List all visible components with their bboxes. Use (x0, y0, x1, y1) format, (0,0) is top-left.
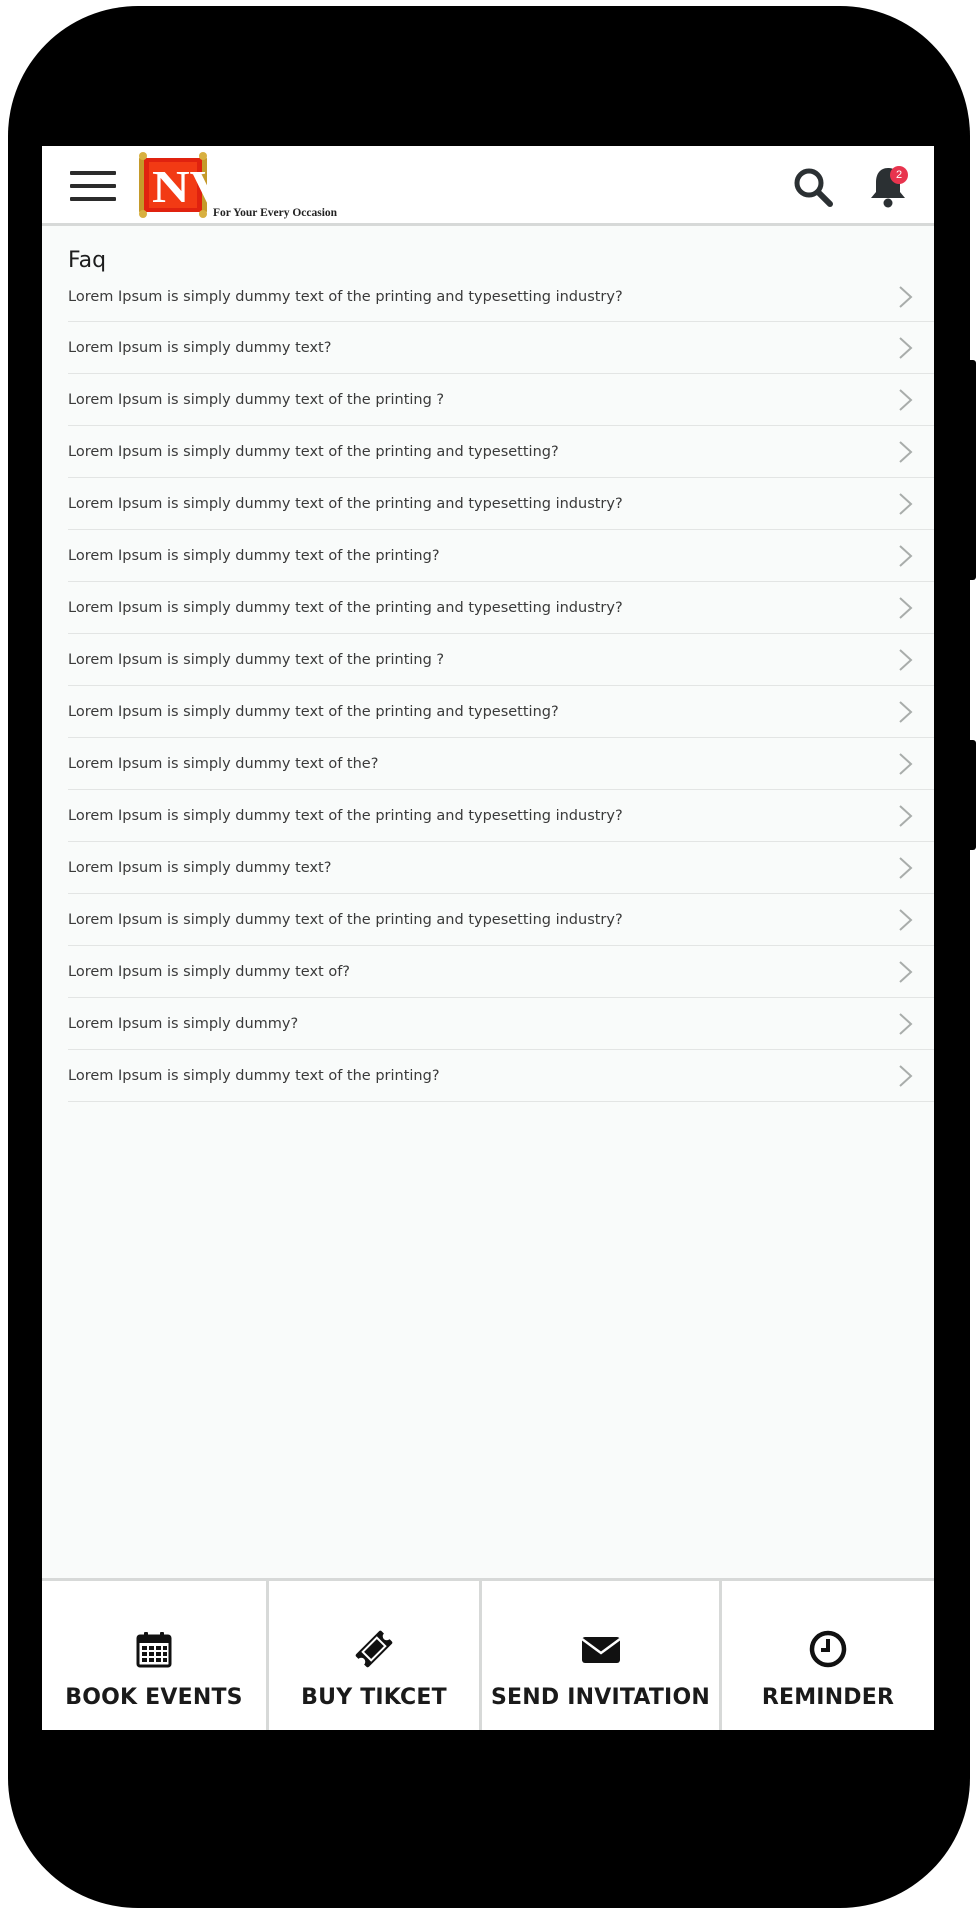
envelope-icon (580, 1637, 621, 1663)
power-button (966, 740, 976, 850)
faq-item[interactable]: Lorem Ipsum is simply dummy text of the … (68, 374, 934, 426)
chevron-right-icon (899, 700, 913, 723)
logo-tagline: For Your Every Occasion (213, 207, 338, 219)
calendar-icon (136, 1632, 172, 1668)
nav-label: BOOK EVENTS (65, 1685, 243, 1710)
faq-question: Lorem Ipsum is simply dummy text? (68, 339, 332, 356)
faq-item[interactable]: Lorem Ipsum is simply dummy text of the … (68, 426, 934, 478)
chevron-right-icon (899, 544, 913, 567)
faq-item[interactable]: Lorem Ipsum is simply dummy text of the … (68, 272, 934, 322)
faq-question: Lorem Ipsum is simply dummy text of the … (68, 651, 445, 668)
faq-item[interactable]: Lorem Ipsum is simply dummy text of the … (68, 894, 934, 946)
app-header: NVITEE For Your Every Occasion 2 (42, 146, 934, 226)
chevron-right-icon (899, 804, 913, 827)
chevron-right-icon (899, 960, 913, 983)
volume-button (966, 360, 976, 580)
faq-item[interactable]: Lorem Ipsum is simply dummy text of the … (68, 1050, 934, 1102)
chevron-right-icon (899, 1064, 913, 1087)
faq-item[interactable]: Lorem Ipsum is simply dummy text? (68, 842, 934, 894)
faq-question: Lorem Ipsum is simply dummy text of the … (68, 391, 445, 408)
chevron-right-icon (899, 492, 913, 515)
nav-label: BUY TIKCET (301, 1685, 447, 1710)
faq-question: Lorem Ipsum is simply dummy text of the … (68, 911, 623, 928)
chevron-right-icon (899, 336, 913, 359)
search-icon[interactable] (792, 166, 834, 208)
faq-question: Lorem Ipsum is simply dummy text of the … (68, 807, 623, 824)
chevron-right-icon (899, 648, 913, 671)
faq-question: Lorem Ipsum is simply dummy text of the … (68, 1067, 440, 1084)
chevron-right-icon (899, 596, 913, 619)
nav-label: SEND INVITATION (491, 1685, 710, 1710)
clock-icon (809, 1630, 847, 1668)
chevron-right-icon (899, 440, 913, 463)
nav-reminder[interactable]: REMINDER (722, 1581, 934, 1730)
nav-book-events[interactable]: BOOK EVENTS (42, 1581, 269, 1730)
faq-item[interactable]: Lorem Ipsum is simply dummy text of the? (68, 738, 934, 790)
faq-question: Lorem Ipsum is simply dummy? (68, 1015, 299, 1032)
faq-item[interactable]: Lorem Ipsum is simply dummy text of the … (68, 790, 934, 842)
menu-icon[interactable] (70, 171, 116, 203)
faq-question: Lorem Ipsum is simply dummy text of? (68, 963, 351, 980)
faq-question: Lorem Ipsum is simply dummy text of the? (68, 755, 379, 772)
faq-question: Lorem Ipsum is simply dummy text of the … (68, 599, 623, 616)
page-title: Faq (68, 248, 107, 273)
app-screen: NVITEE For Your Every Occasion 2 Faq Lor… (42, 146, 934, 1730)
nav-label: REMINDER (761, 1685, 895, 1710)
faq-question: Lorem Ipsum is simply dummy text of the … (68, 703, 559, 720)
faq-question: Lorem Ipsum is simply dummy text of the … (68, 288, 623, 305)
chevron-right-icon (899, 908, 913, 931)
faq-question: Lorem Ipsum is simply dummy text? (68, 859, 332, 876)
faq-item[interactable]: Lorem Ipsum is simply dummy text of the … (68, 478, 934, 530)
chevron-right-icon (899, 856, 913, 879)
app-logo[interactable]: NVITEE For Your Every Occasion (137, 150, 357, 222)
faq-question: Lorem Ipsum is simply dummy text of the … (68, 443, 559, 460)
faq-question: Lorem Ipsum is simply dummy text of the … (68, 495, 623, 512)
nav-buy-ticket[interactable]: BUY TIKCET (269, 1581, 482, 1730)
notification-badge: 2 (890, 166, 908, 184)
chevron-right-icon (899, 752, 913, 775)
faq-item[interactable]: Lorem Ipsum is simply dummy text of the … (68, 582, 934, 634)
faq-item[interactable]: Lorem Ipsum is simply dummy text of the … (68, 530, 934, 582)
logo-wordmark: NVITEE (152, 161, 352, 212)
chevron-right-icon (899, 1012, 913, 1035)
faq-item[interactable]: Lorem Ipsum is simply dummy? (68, 998, 934, 1050)
chevron-right-icon (899, 388, 913, 411)
faq-question: Lorem Ipsum is simply dummy text of the … (68, 547, 440, 564)
faq-item[interactable]: Lorem Ipsum is simply dummy text of? (68, 946, 934, 998)
faq-item[interactable]: Lorem Ipsum is simply dummy text? (68, 322, 934, 374)
faq-item[interactable]: Lorem Ipsum is simply dummy text of the … (68, 686, 934, 738)
faq-item[interactable]: Lorem Ipsum is simply dummy text of the … (68, 634, 934, 686)
ticket-icon (355, 1630, 393, 1668)
chevron-right-icon (899, 285, 913, 308)
bottom-nav: BOOK EVENTS BUY TIKCET SEND INVITATION R… (42, 1578, 934, 1730)
nav-send-invitation[interactable]: SEND INVITATION (482, 1581, 722, 1730)
faq-list: Lorem Ipsum is simply dummy text of the … (68, 272, 934, 1102)
